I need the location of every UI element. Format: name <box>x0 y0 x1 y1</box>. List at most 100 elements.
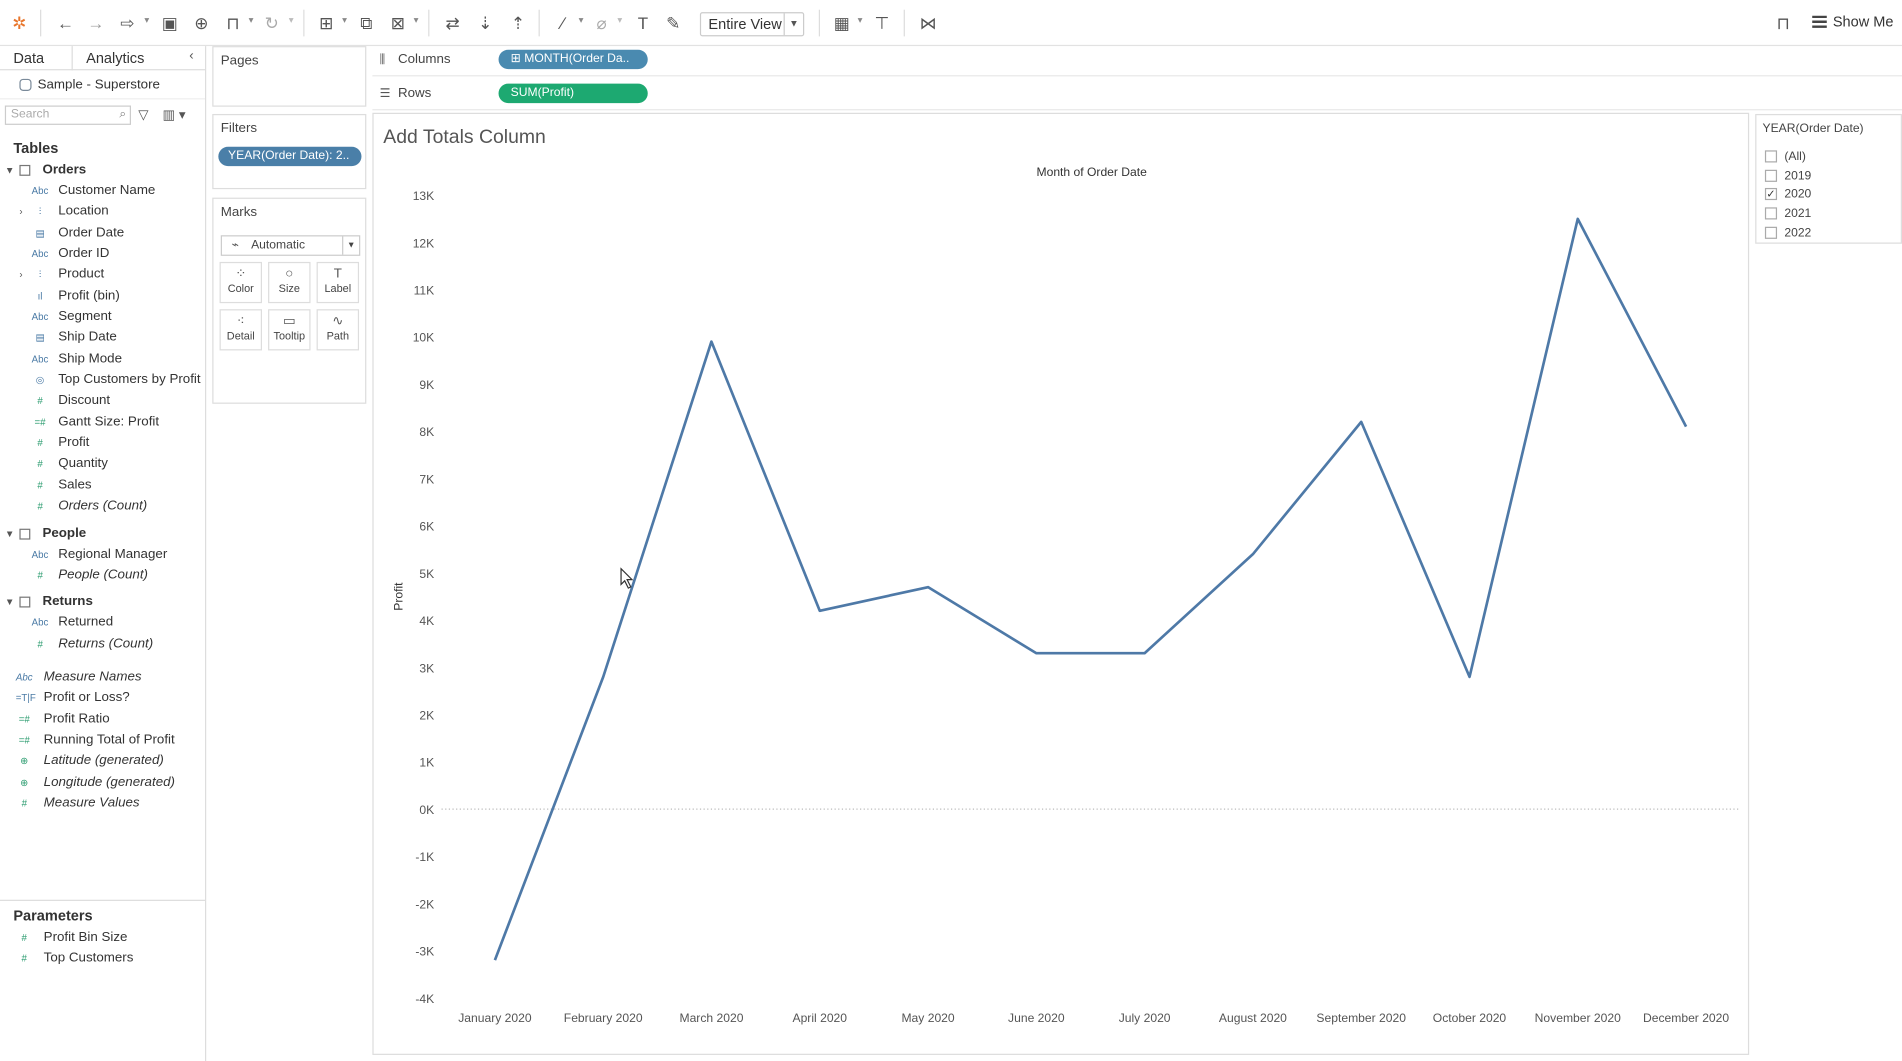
checkbox[interactable] <box>1764 150 1778 163</box>
data-point[interactable] <box>1465 672 1475 682</box>
checkbox[interactable] <box>1764 226 1778 239</box>
marks-color-button[interactable]: ⁘ Color <box>219 261 263 304</box>
pages-card[interactable]: Pages <box>212 46 367 107</box>
field-regional-manager[interactable]: Abc Regional Manager <box>0 544 205 565</box>
chevron-down-icon[interactable]: ▾ <box>858 15 863 26</box>
tab-data[interactable]: Data <box>13 50 44 67</box>
field-segment[interactable]: Abc Segment <box>0 307 205 328</box>
line-chart[interactable]: Month of Order Date Profit -4K -3K -2K -1K 0K 1… <box>374 114 1751 1056</box>
rows-pill[interactable]: SUM(Profit) <box>498 83 648 104</box>
chevron-down-icon[interactable]: ▼ <box>5 523 15 544</box>
checkbox[interactable] <box>1764 169 1778 182</box>
field-profit-ratio[interactable]: =# Profit Ratio <box>0 709 205 730</box>
chevron-right-icon[interactable]: › <box>19 265 22 286</box>
field-profit-or-loss[interactable]: =T|F Profit or Loss? <box>0 688 205 709</box>
chevron-down-icon[interactable]: ▼ <box>5 160 15 181</box>
marks-detail-button[interactable]: ⁖ Detail <box>219 309 263 351</box>
field-measure-values[interactable]: # Measure Values <box>0 793 205 814</box>
new-worksheet-icon[interactable]: ⊞ <box>315 12 337 34</box>
show-mark-labels-icon[interactable]: T <box>632 12 654 34</box>
field-top-customers-by-profit[interactable]: ◎ Top Customers by Profit <box>0 370 205 391</box>
parameter-top-customers[interactable]: # Top Customers <box>0 949 205 970</box>
series-line[interactable] <box>493 217 1688 961</box>
table-orders[interactable]: ▼ Orders <box>0 160 205 181</box>
field-returns-count[interactable]: # Returns (Count) <box>0 634 205 655</box>
field-profit[interactable]: # Profit <box>0 433 205 454</box>
view-options-icon[interactable]: ▥ ▾ <box>163 107 186 123</box>
data-point[interactable] <box>707 337 717 347</box>
table-people[interactable]: ▼ People <box>0 523 205 544</box>
chevron-down-icon[interactable]: ▾ <box>249 15 254 26</box>
year-filter-item[interactable]: 2022 <box>1764 225 1811 242</box>
field-order-id[interactable]: Abc Order ID <box>0 244 205 265</box>
duplicate-sheet-icon[interactable]: ⧉ <box>355 12 377 34</box>
field-orders-count[interactable]: # Orders (Count) <box>0 496 205 517</box>
replay-icon[interactable]: ⇨ <box>116 12 138 34</box>
chevron-down-icon[interactable]: ▼ <box>5 592 15 613</box>
data-point[interactable] <box>1573 214 1583 224</box>
rows-shelf[interactable]: ☰ Rows SUM(Profit) <box>372 79 1902 111</box>
year-filter-item[interactable]: (All) <box>1764 149 1806 166</box>
field-quantity[interactable]: # Quantity <box>0 454 205 475</box>
data-point[interactable] <box>1031 648 1041 658</box>
chevron-down-icon[interactable]: ▼ <box>783 13 803 36</box>
field-latitude-generated[interactable]: ⊕ Latitude (generated) <box>0 751 205 772</box>
refresh-icon[interactable]: ↻ <box>261 12 283 34</box>
field-order-date[interactable]: ▤ Order Date <box>0 223 205 244</box>
data-point[interactable] <box>598 672 608 682</box>
chevron-down-icon[interactable]: ▾ <box>289 15 294 26</box>
field-sales[interactable]: # Sales <box>0 475 205 496</box>
field-people-count[interactable]: # People (Count) <box>0 565 205 586</box>
chevron-down-icon[interactable]: ▾ <box>579 15 584 26</box>
chevron-down-icon[interactable]: ▾ <box>342 15 347 26</box>
data-point[interactable] <box>1248 549 1258 559</box>
field-ship-mode[interactable]: Abc Ship Mode <box>0 349 205 370</box>
pause-updates-icon[interactable]: ⊓ <box>222 12 244 34</box>
redo-icon[interactable]: → <box>85 12 107 34</box>
data-point[interactable] <box>923 582 933 592</box>
columns-pill[interactable]: ⊞ MONTH(Order Da.. <box>498 49 648 70</box>
datasource-item[interactable]: Sample - Superstore <box>0 70 205 100</box>
presentation-mode-icon[interactable]: ⊤ <box>871 12 893 34</box>
parameter-profit-bin-size[interactable]: # Profit Bin Size <box>0 928 205 949</box>
columns-shelf[interactable]: ⫼ Columns ⊞ MONTH(Order Da.. <box>372 45 1902 77</box>
year-filter-item[interactable]: 2019 <box>1764 168 1811 185</box>
data-point[interactable] <box>1140 648 1150 658</box>
chevron-down-icon[interactable]: ▾ <box>144 15 149 26</box>
mark-type-select[interactable]: ⌁ Automatic ▼ <box>220 235 361 256</box>
chevron-down-icon[interactable]: ▼ <box>342 236 359 255</box>
undo-icon[interactable]: ← <box>55 12 77 34</box>
fix-axes-icon[interactable]: ✎ <box>662 12 684 34</box>
new-datasource-icon[interactable]: ⊕ <box>190 12 212 34</box>
chevron-down-icon[interactable]: ▾ <box>414 15 419 26</box>
field-ship-date[interactable]: ▤ Ship Date <box>0 328 205 349</box>
data-point[interactable] <box>1681 422 1691 432</box>
field-customer-name[interactable]: Abc Customer Name <box>0 181 205 202</box>
sort-descending-icon[interactable]: ⇡ <box>507 12 529 34</box>
year-filter-item[interactable]: ✓ 2020 <box>1764 187 1811 204</box>
tab-analytics[interactable]: Analytics <box>86 50 144 67</box>
filter-pill-year[interactable]: YEAR(Order Date): 2.. <box>218 146 362 167</box>
field-location[interactable]: › ⫶ Location <box>0 202 205 223</box>
filter-icon[interactable]: ▽ <box>138 107 148 123</box>
tableau-logo-icon[interactable]: ✲ <box>8 12 30 34</box>
marks-tooltip-button[interactable]: ▭ Tooltip <box>268 309 311 351</box>
chevron-down-icon[interactable]: ▾ <box>617 15 622 26</box>
field-gantt-size-profit[interactable]: =# Gantt Size: Profit <box>0 412 205 433</box>
field-discount[interactable]: # Discount <box>0 391 205 412</box>
table-returns[interactable]: ▼ Returns <box>0 592 205 613</box>
field-product[interactable]: › ⫶ Product <box>0 265 205 286</box>
swap-rows-columns-icon[interactable]: ⇄ <box>442 12 464 34</box>
worksheet-view[interactable]: Add Totals Column Month of Order Date Pro… <box>372 112 1751 1056</box>
sort-ascending-icon[interactable]: ⇣ <box>474 12 496 34</box>
field-running-total-of-profit[interactable]: =# Running Total of Profit <box>0 730 205 751</box>
field-profit-bin[interactable]: ıl Profit (bin) <box>0 286 205 307</box>
field-returned[interactable]: Abc Returned <box>0 613 205 634</box>
clear-sheet-icon[interactable]: ⊠ <box>387 12 409 34</box>
chevron-right-icon[interactable]: › <box>19 202 22 223</box>
data-point[interactable] <box>815 606 825 616</box>
filters-card[interactable]: Filters YEAR(Order Date): 2.. <box>212 113 367 190</box>
share-icon[interactable]: ⋈ <box>917 12 939 34</box>
show-cards-icon[interactable]: ▦ <box>831 12 853 34</box>
data-point[interactable] <box>490 955 500 965</box>
